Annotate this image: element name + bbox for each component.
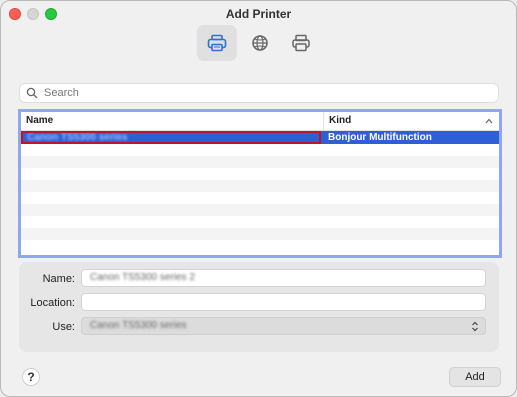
- add-printer-window: Add Printer Name: [0, 0, 517, 397]
- column-header-name[interactable]: Name: [21, 112, 324, 130]
- tab-default-printers[interactable]: [197, 25, 237, 61]
- printer-details-panel: Name: Canon TS5300 series 2 Location: Us…: [19, 262, 499, 352]
- name-field-value: Canon TS5300 series 2: [90, 272, 195, 283]
- empty-row: [21, 204, 499, 216]
- tab-windows-printers[interactable]: [281, 25, 321, 61]
- use-driver-select[interactable]: Canon TS5300 series: [81, 317, 486, 335]
- column-header-kind[interactable]: Kind: [324, 112, 499, 130]
- default-printer-icon: [207, 34, 227, 52]
- use-driver-value: Canon TS5300 series: [90, 320, 187, 331]
- title-bar: Add Printer: [1, 1, 516, 27]
- search-field[interactable]: [19, 83, 499, 103]
- globe-icon: [252, 35, 268, 51]
- windows-printer-icon: [292, 34, 310, 52]
- empty-row: [21, 144, 499, 156]
- empty-row: [21, 192, 499, 204]
- table-header: Name Kind: [21, 112, 499, 131]
- up-down-chevron-icon: [472, 321, 478, 332]
- search-input[interactable]: [42, 86, 486, 100]
- location-field[interactable]: [81, 293, 486, 311]
- empty-row: [21, 180, 499, 192]
- use-label: Use:: [52, 321, 75, 333]
- selection-highlight-outline: [21, 131, 321, 144]
- empty-row: [21, 216, 499, 228]
- search-icon: [26, 87, 38, 99]
- printer-name-cell: Canon TS5300 series: [21, 131, 324, 144]
- name-label: Name:: [42, 273, 75, 285]
- column-header-kind-label: Kind: [329, 115, 352, 126]
- add-button[interactable]: Add: [449, 367, 501, 387]
- empty-row: [21, 228, 499, 240]
- empty-row: [21, 168, 499, 180]
- name-field[interactable]: Canon TS5300 series 2: [81, 269, 486, 287]
- window-title: Add Printer: [225, 7, 292, 21]
- help-button[interactable]: ?: [22, 368, 40, 386]
- tab-ip-printers[interactable]: [240, 25, 280, 61]
- table-row[interactable]: Canon TS5300 series Bonjour Multifunctio…: [21, 131, 499, 144]
- empty-row: [21, 156, 499, 168]
- sort-ascending-icon: [485, 118, 493, 124]
- location-label: Location:: [30, 297, 75, 309]
- printer-list-table[interactable]: Name Kind Canon TS5300 series Bonjour Mu…: [18, 109, 502, 258]
- empty-row: [21, 240, 499, 252]
- printer-kind-cell: Bonjour Multifunction: [328, 132, 432, 143]
